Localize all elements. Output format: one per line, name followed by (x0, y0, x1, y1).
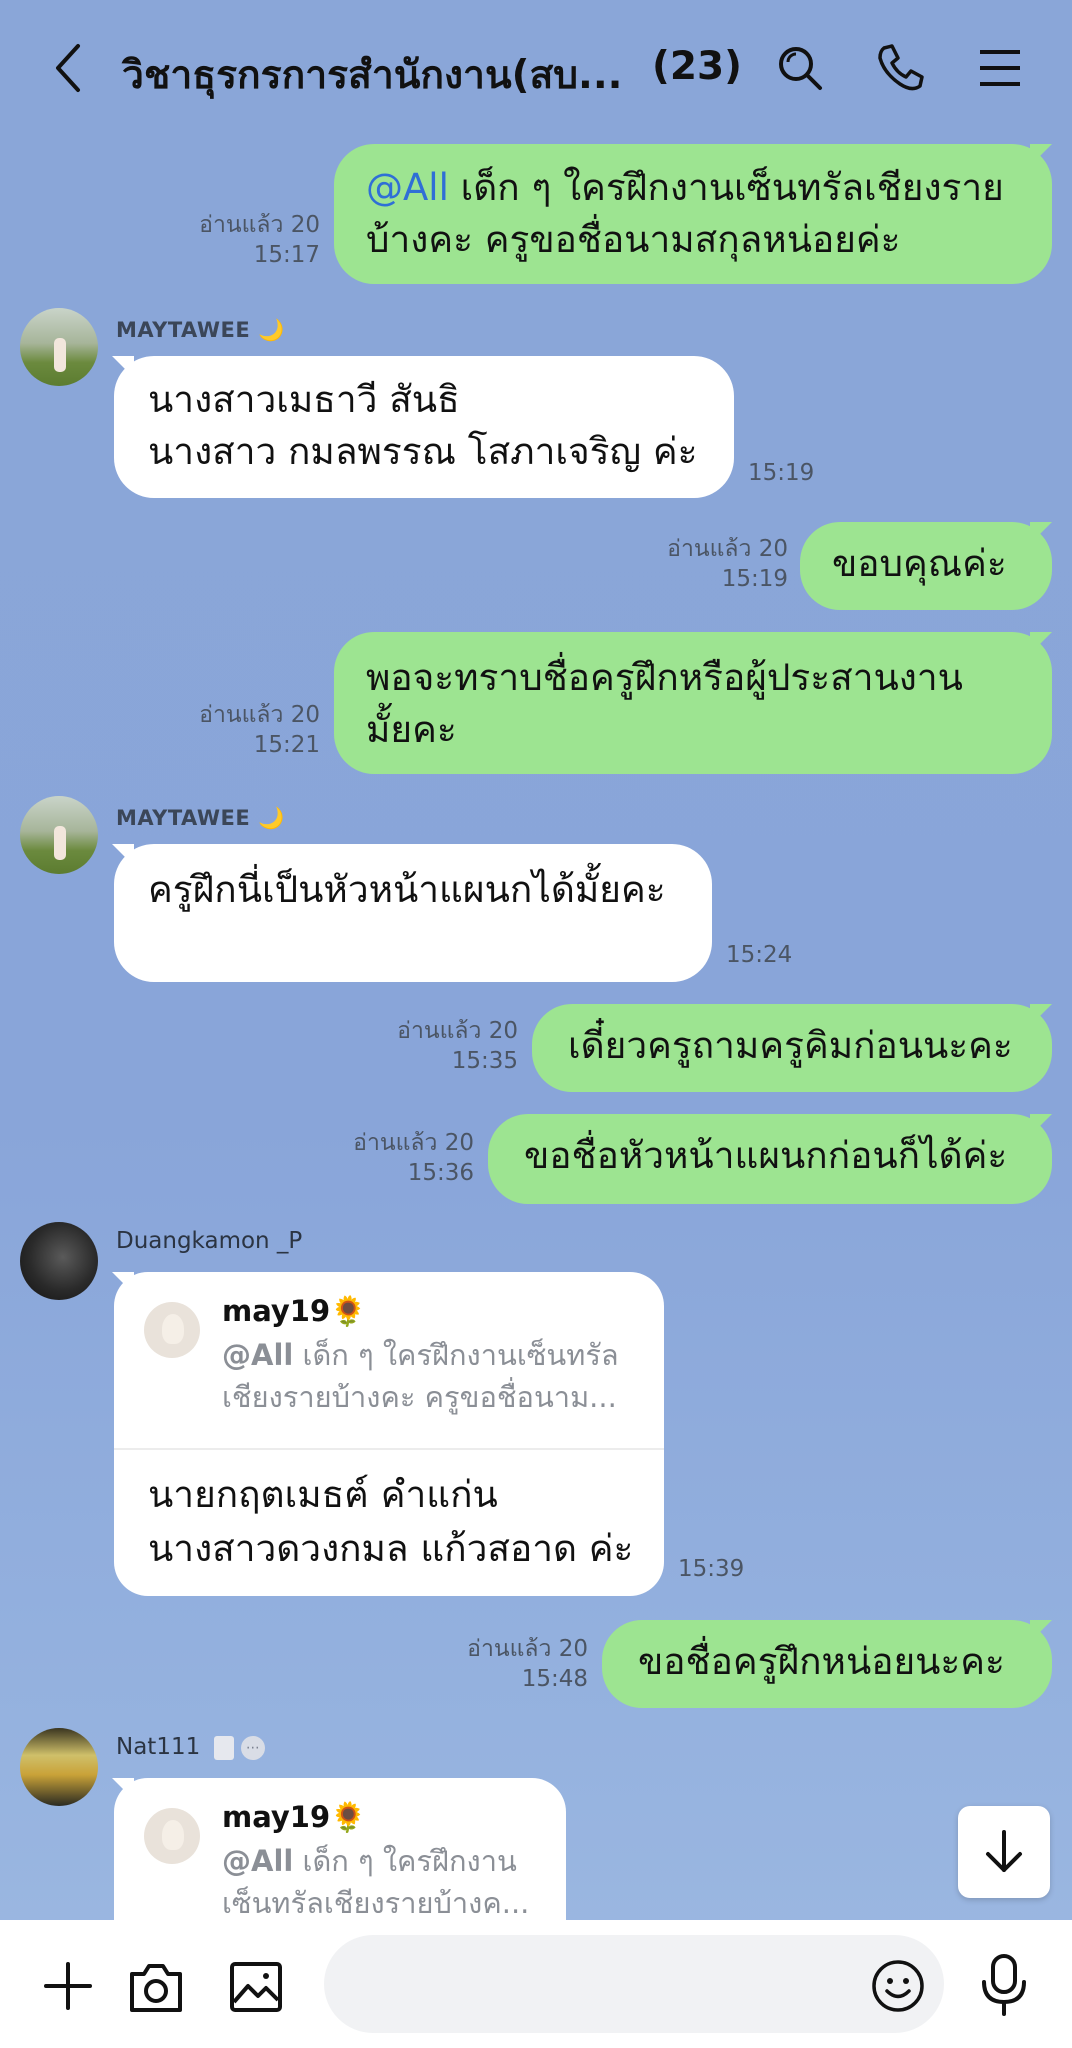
chat-title[interactable]: วิชาธุรกรการสำนักงาน(สบ... (122, 44, 622, 106)
message-bubble-incoming[interactable]: ครูฝึกนี่เป็นหัวหน้าแผนกได้มั้ยคะ (114, 844, 712, 982)
reply-divider (114, 1448, 664, 1450)
message-bubble-incoming[interactable]: นางสาวเมธาวี สันธิ นางสาว กมลพรรณ โสภาเจ… (114, 356, 734, 498)
reply-sender-name: may19🌻 (222, 1294, 367, 1328)
avatar[interactable] (20, 308, 98, 386)
read-receipt: อ่านแล้ว 20 15:36 (353, 1130, 474, 1186)
avatar[interactable] (20, 1222, 98, 1300)
read-receipt: อ่านแล้ว 20 15:35 (397, 1018, 518, 1074)
read-receipt: อ่านแล้ว 20 15:19 (667, 536, 788, 592)
message-time: 15:39 (678, 1556, 745, 1582)
message-input[interactable] (324, 1935, 944, 2033)
card-icon (213, 1735, 234, 1760)
read-receipt: อ่านแล้ว 20 15:48 (467, 1636, 588, 1692)
reply-preview: @All เด็ก ๆ ใครฝึกงาน เซ็นทรัลเชียงรายบ้… (222, 1844, 530, 1920)
reply-message-text: นายกฤตเมธฅ์ คำแก่น นางสาวดวงกมล แก้วสอาด… (148, 1473, 634, 1570)
read-receipt: อ่านแล้ว 20 15:21 (199, 702, 320, 758)
sender-name: Duangkamon _P (116, 1228, 303, 1254)
plus-icon[interactable] (40, 1958, 96, 2014)
sender-name: MAYTAWEE 🌙 (116, 806, 285, 830)
search-icon[interactable] (772, 40, 828, 96)
chat-header: วิชาธุรกรการสำนักงาน(สบ... (23) (0, 0, 1072, 140)
arrow-down-icon (986, 1830, 1022, 1872)
message-bubble-outgoing[interactable]: ขอบคุณค่ะ (800, 522, 1052, 610)
reply-message-bubble[interactable]: may19🌻 @All เด็ก ๆ ใครฝึกงานเซ็นทรัล เชี… (114, 1272, 664, 1596)
reply-avatar (144, 1808, 200, 1864)
message-time: 15:24 (726, 942, 793, 968)
message-bubble-outgoing[interactable]: ขอชื่อหัวหน้าแผนกก่อนก็ได้ค่ะ (488, 1114, 1052, 1204)
avatar[interactable] (20, 1728, 98, 1806)
sender-name: MAYTAWEE 🌙 (116, 318, 285, 342)
message-bubble-outgoing[interactable]: ขอชื่อครูฝึกหน่อยนะคะ (602, 1620, 1052, 1708)
message-time: 15:19 (748, 460, 815, 486)
read-receipt: อ่านแล้ว 20 15:17 (199, 212, 320, 268)
reply-preview: @All เด็ก ๆ ใครฝึกงานเซ็นทรัล เชียงรายบ้… (222, 1338, 619, 1414)
more-icon: ⋯ (240, 1735, 265, 1760)
emoji-icon[interactable] (868, 1956, 928, 2016)
message-bubble-outgoing[interactable]: @All เด็ก ๆ ใครฝึกงานเซ็นทรัลเชียงราย บ้… (334, 144, 1052, 284)
menu-icon[interactable] (972, 40, 1028, 96)
camera-icon[interactable] (126, 1958, 186, 2016)
back-arrow-icon[interactable] (48, 40, 92, 96)
member-count: (23) (652, 44, 742, 89)
sender-name: Nat111 ⋯ (116, 1734, 265, 1760)
message-bubble-outgoing[interactable]: พอจะทราบชื่อครูฝึกหรือผู้ประสานงาน มั้ยค… (334, 632, 1052, 774)
avatar[interactable] (20, 796, 98, 874)
message-bubble-outgoing[interactable]: เดี๋ยวครูถามครูคิมก่อนนะคะ (532, 1004, 1052, 1092)
reply-sender-name: may19🌻 (222, 1800, 367, 1834)
mention[interactable]: @All (366, 166, 449, 209)
phone-icon[interactable] (872, 40, 928, 96)
reply-message-bubble[interactable]: may19🌻 @All เด็ก ๆ ใครฝึกงาน เซ็นทรัลเชี… (114, 1778, 566, 1938)
reply-avatar (144, 1302, 200, 1358)
scroll-to-bottom-button[interactable] (958, 1806, 1050, 1898)
image-icon[interactable] (226, 1958, 286, 2016)
microphone-icon[interactable] (976, 1952, 1032, 2018)
